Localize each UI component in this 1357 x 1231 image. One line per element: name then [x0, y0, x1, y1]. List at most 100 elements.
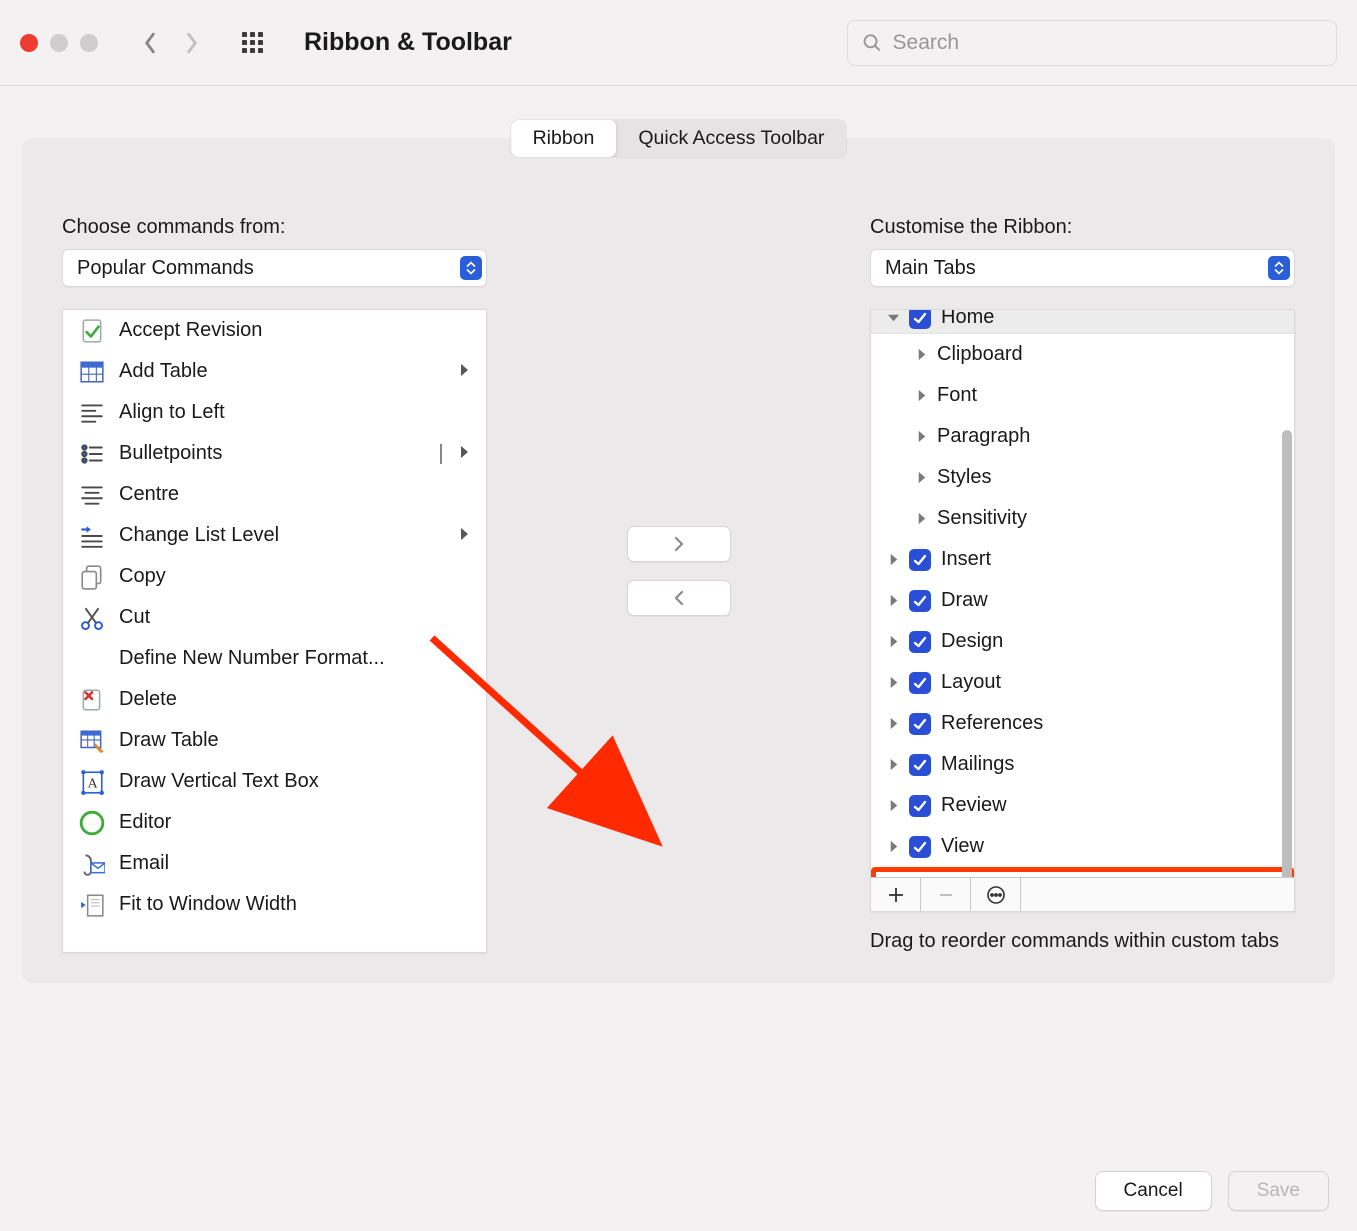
- command-row[interactable]: Delete: [63, 679, 486, 720]
- command-row[interactable]: Centre: [63, 474, 486, 515]
- tree-tab-row[interactable]: View: [871, 826, 1294, 867]
- more-options-button[interactable]: [971, 878, 1021, 911]
- disclosure-chevron-icon[interactable]: [911, 512, 931, 525]
- draw-table-icon: [79, 728, 105, 754]
- command-row[interactable]: Add Table: [63, 351, 486, 392]
- command-row[interactable]: Align to Left: [63, 392, 486, 433]
- checkbox-checked-icon[interactable]: [909, 672, 931, 694]
- remove-command-button[interactable]: [627, 580, 731, 616]
- tree-tab-row[interactable]: Draw: [871, 580, 1294, 621]
- tree-group-label: Font: [937, 384, 977, 407]
- tree-tab-label: Design: [941, 630, 1003, 653]
- command-row[interactable]: Bulletpoints: [63, 433, 486, 474]
- disclosure-chevron-icon[interactable]: [883, 840, 903, 853]
- back-button[interactable]: [138, 31, 162, 55]
- command-row[interactable]: Draw Vertical Text Box: [63, 761, 486, 802]
- command-row[interactable]: Draw Table: [63, 720, 486, 761]
- checkbox-checked-icon[interactable]: [909, 754, 931, 776]
- checkbox-checked-icon[interactable]: [909, 795, 931, 817]
- tree-tab-label: Home: [941, 310, 994, 329]
- checkbox-checked-icon[interactable]: [909, 590, 931, 612]
- titlebar: Ribbon & Toolbar: [0, 0, 1357, 86]
- command-label: Draw Vertical Text Box: [119, 770, 470, 793]
- tree-tab-label: References: [941, 712, 1043, 735]
- checkbox-checked-icon[interactable]: [909, 549, 931, 571]
- command-row[interactable]: Change List Level: [63, 515, 486, 556]
- checkbox-checked-icon[interactable]: [914, 877, 936, 878]
- disclosure-chevron-icon[interactable]: [883, 635, 903, 648]
- tree-tab-label: Draw: [941, 589, 988, 612]
- window-title: Ribbon & Toolbar: [304, 28, 512, 57]
- footer-buttons: Cancel Save: [1095, 1171, 1329, 1211]
- tree-group-row[interactable]: Font: [871, 375, 1294, 416]
- tree-tab-label: View: [941, 835, 984, 858]
- disclosure-chevron-icon[interactable]: [883, 311, 903, 324]
- command-row[interactable]: Copy: [63, 556, 486, 597]
- tree-tab-row[interactable]: References: [871, 703, 1294, 744]
- add-tab-button[interactable]: [871, 878, 921, 911]
- disclosure-chevron-icon[interactable]: [911, 430, 931, 443]
- search-field[interactable]: [847, 20, 1337, 66]
- preferences-panel: Ribbon Quick Access Toolbar Choose comma…: [22, 138, 1335, 983]
- tree-tab-row[interactable]: Review: [871, 785, 1294, 826]
- checkbox-checked-icon[interactable]: [909, 713, 931, 735]
- disclosure-chevron-icon[interactable]: [883, 758, 903, 771]
- command-row[interactable]: Fit to Window Width: [63, 884, 486, 925]
- blank-icon: [79, 646, 105, 672]
- command-row[interactable]: Editor: [63, 802, 486, 843]
- dropdown-chevrons-icon: [460, 256, 482, 280]
- tree-group-label: Styles: [937, 466, 991, 489]
- zoom-window-button[interactable]: [80, 34, 98, 52]
- command-row[interactable]: Accept Revision: [63, 310, 486, 351]
- close-window-button[interactable]: [20, 34, 38, 52]
- checkbox-checked-icon[interactable]: [909, 310, 931, 329]
- commands-listbox[interactable]: Accept Revision Add Table Align to Left …: [62, 309, 487, 953]
- disclosure-chevron-icon[interactable]: [883, 676, 903, 689]
- tree-tab-row[interactable]: Developer: [871, 867, 1294, 877]
- tree-tab-row[interactable]: Mailings: [871, 744, 1294, 785]
- disclosure-chevron-icon[interactable]: [883, 717, 903, 730]
- disclosure-chevron-icon[interactable]: [883, 553, 903, 566]
- tree-tab-row[interactable]: Design: [871, 621, 1294, 662]
- remove-tab-button[interactable]: [921, 878, 971, 911]
- command-label: Bulletpoints: [119, 442, 426, 465]
- tree-group-row[interactable]: Paragraph: [871, 416, 1294, 457]
- tree-group-row[interactable]: Clipboard: [871, 334, 1294, 375]
- search-input[interactable]: [893, 31, 1322, 55]
- save-button[interactable]: Save: [1228, 1171, 1329, 1211]
- command-row[interactable]: Email: [63, 843, 486, 884]
- forward-button[interactable]: [180, 31, 204, 55]
- disclosure-chevron-icon[interactable]: [911, 471, 931, 484]
- disclosure-chevron-icon[interactable]: [911, 389, 931, 402]
- minimize-window-button[interactable]: [50, 34, 68, 52]
- add-command-button[interactable]: [627, 526, 731, 562]
- show-all-icon[interactable]: [242, 32, 264, 54]
- command-label: Add Table: [119, 360, 444, 383]
- tree-tab-row[interactable]: Home: [871, 310, 1294, 334]
- ribbon-tree[interactable]: Home Clipboard Font Paragraph Styles Sen…: [870, 309, 1295, 912]
- checkbox-checked-icon[interactable]: [909, 631, 931, 653]
- tree-group-row[interactable]: Styles: [871, 457, 1294, 498]
- tree-tab-label: Review: [941, 794, 1007, 817]
- reorder-hint: Drag to reorder commands within custom t…: [870, 930, 1295, 953]
- command-label: Editor: [119, 811, 470, 834]
- command-row[interactable]: Define New Number Format...: [63, 638, 486, 679]
- checkbox-checked-icon[interactable]: [909, 836, 931, 858]
- submenu-arrow-icon: [458, 445, 470, 462]
- command-row[interactable]: Cut: [63, 597, 486, 638]
- tree-tab-row[interactable]: Insert: [871, 539, 1294, 580]
- bulletpoints-icon: [79, 441, 105, 467]
- disclosure-chevron-icon[interactable]: [883, 799, 903, 812]
- tree-tab-row[interactable]: Layout: [871, 662, 1294, 703]
- command-label: Change List Level: [119, 524, 444, 547]
- disclosure-chevron-icon[interactable]: [911, 348, 931, 361]
- choose-commands-dropdown[interactable]: Popular Commands: [62, 249, 487, 287]
- scrollbar[interactable]: [1282, 430, 1292, 877]
- command-label: Cut: [119, 606, 470, 629]
- choose-commands-label: Choose commands from:: [62, 216, 487, 239]
- customise-ribbon-dropdown[interactable]: Main Tabs: [870, 249, 1295, 287]
- disclosure-chevron-icon[interactable]: [883, 594, 903, 607]
- tree-tab-label: Developer: [946, 876, 1037, 877]
- tree-group-row[interactable]: Sensitivity: [871, 498, 1294, 539]
- cancel-button[interactable]: Cancel: [1095, 1171, 1212, 1211]
